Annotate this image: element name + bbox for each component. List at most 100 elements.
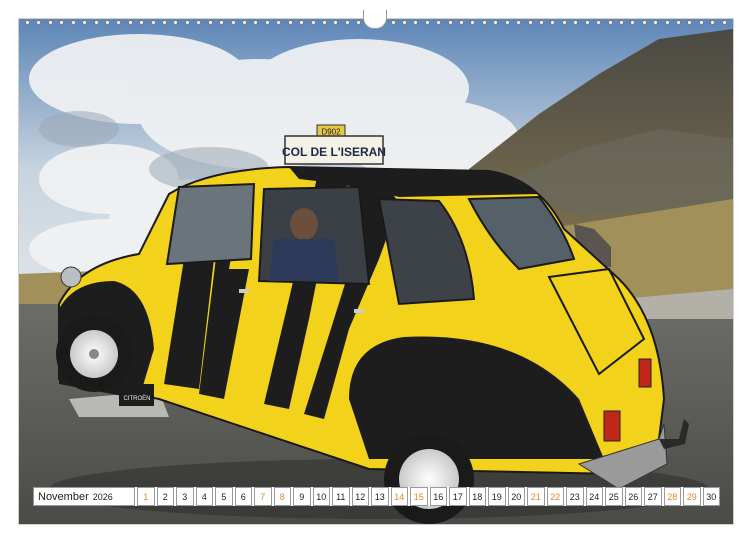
binding-ring — [231, 20, 235, 24]
calendar-day: 2 — [156, 487, 174, 506]
binding-ring — [208, 20, 212, 24]
binding-ring — [722, 20, 726, 24]
binding-ring — [654, 20, 658, 24]
binding-ring — [608, 20, 612, 24]
binding-ring — [402, 20, 406, 24]
binding-ring — [517, 20, 521, 24]
binding-ring — [300, 20, 304, 24]
binding-ring — [448, 20, 452, 24]
binding-ring — [254, 20, 258, 24]
binding-ring — [414, 20, 418, 24]
calendar-day: 1 — [137, 487, 155, 506]
car-photo: D902 COL DE L'ISERAN CITROËN — [19, 19, 733, 524]
binding-ring — [311, 20, 315, 24]
binding-ring — [322, 20, 326, 24]
binding-ring — [597, 20, 601, 24]
calendar-day: 22 — [546, 487, 564, 506]
binding-ring — [642, 20, 646, 24]
calendar-day: 6 — [234, 487, 252, 506]
calendar-day: 3 — [176, 487, 194, 506]
binding-ring — [117, 20, 121, 24]
calendar-day: 15 — [410, 487, 428, 506]
binding-ring — [425, 20, 429, 24]
binding-ring — [37, 20, 41, 24]
calendar-day: 17 — [449, 487, 467, 506]
calendar-day: 30 — [702, 487, 720, 506]
binding-ring — [482, 20, 486, 24]
binding-ring — [505, 20, 509, 24]
calendar-day: 5 — [215, 487, 233, 506]
calendar-day: 18 — [468, 487, 486, 506]
year-label: 2026 — [92, 491, 113, 502]
binding-ring — [437, 20, 441, 24]
calendar-day: 11 — [332, 487, 350, 506]
binding-ring — [562, 20, 566, 24]
calendar-day: 19 — [488, 487, 506, 506]
binding-ring — [585, 20, 589, 24]
binding-ring — [631, 20, 635, 24]
binding-ring — [197, 20, 201, 24]
calendar-photo-frame: D902 COL DE L'ISERAN CITROËN — [18, 18, 734, 525]
binding-ring — [174, 20, 178, 24]
month-calendar-strip: November 2026 1 2 3 4 5 6 7 8 9 10 11 12 13 14 15 16 17 1… — [33, 487, 720, 506]
binding-ring — [288, 20, 292, 24]
binding-ring — [619, 20, 623, 24]
binding-ring — [26, 20, 29, 24]
binding-ring — [460, 20, 464, 24]
binding-ring — [357, 20, 361, 24]
calendar-day: 14 — [390, 487, 408, 506]
calendar-day: 29 — [683, 487, 701, 506]
calendar-day: 20 — [507, 487, 525, 506]
calendar-day: 4 — [195, 487, 213, 506]
binding-ring — [711, 20, 715, 24]
calendar-day: 10 — [312, 487, 330, 506]
binding-ring — [94, 20, 98, 24]
binding-ring — [494, 20, 498, 24]
binding-ring — [471, 20, 475, 24]
binding-ring — [677, 20, 681, 24]
binding-ring — [528, 20, 532, 24]
binding-ring — [185, 20, 189, 24]
calendar-hanger-cutout — [363, 10, 387, 29]
calendar-day: 21 — [527, 487, 545, 506]
binding-ring — [665, 20, 669, 24]
binding-ring — [688, 20, 692, 24]
binding-ring — [243, 20, 247, 24]
calendar-day: 23 — [566, 487, 584, 506]
calendar-day: 28 — [663, 487, 681, 506]
binding-ring — [699, 20, 703, 24]
calendar-day: 25 — [605, 487, 623, 506]
binding-ring — [334, 20, 338, 24]
calendar-day: 27 — [644, 487, 662, 506]
binding-ring — [265, 20, 269, 24]
binding-ring — [71, 20, 75, 24]
binding-ring — [551, 20, 555, 24]
binding-ring — [391, 20, 395, 24]
svg-text:D902: D902 — [321, 128, 341, 137]
binding-ring — [574, 20, 578, 24]
calendar-day: 7 — [254, 487, 272, 506]
month-name: November — [38, 490, 89, 503]
calendar-day: 12 — [351, 487, 369, 506]
month-label: November 2026 — [33, 487, 135, 506]
binding-ring — [277, 20, 281, 24]
calendar-day: 26 — [624, 487, 642, 506]
calendar-day: 16 — [429, 487, 447, 506]
binding-ring — [151, 20, 155, 24]
calendar-day: 24 — [585, 487, 603, 506]
calendar-day: 9 — [293, 487, 311, 506]
svg-text:CITROËN: CITROËN — [124, 395, 151, 402]
binding-ring — [539, 20, 543, 24]
binding-ring — [48, 20, 52, 24]
binding-ring — [220, 20, 224, 24]
binding-ring — [163, 20, 167, 24]
svg-text:COL DE L'ISERAN: COL DE L'ISERAN — [282, 145, 386, 159]
binding-ring — [140, 20, 144, 24]
binding-ring — [60, 20, 64, 24]
binding-ring — [83, 20, 87, 24]
binding-ring — [128, 20, 132, 24]
calendar-day: 8 — [273, 487, 291, 506]
binding-ring — [345, 20, 349, 24]
calendar-day: 13 — [371, 487, 389, 506]
binding-ring — [105, 20, 109, 24]
